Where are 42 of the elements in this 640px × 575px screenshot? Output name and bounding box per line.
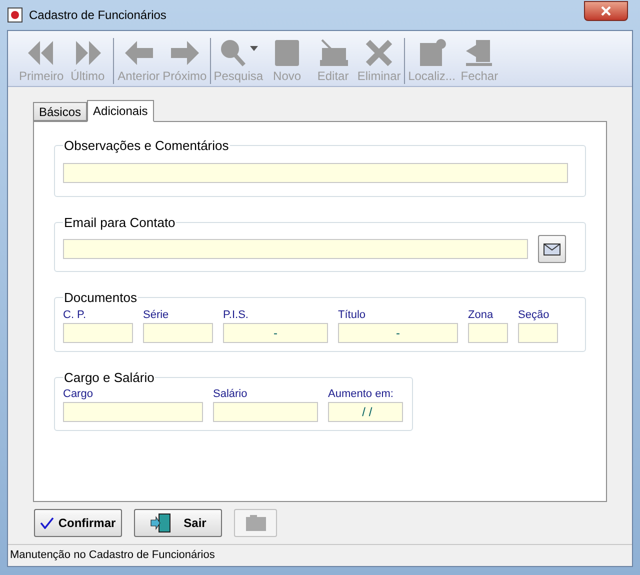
tab[interactable]: Básicos bbox=[33, 102, 88, 121]
field-label: Cargo bbox=[63, 387, 94, 402]
group-title: Observações e Comentários bbox=[63, 137, 230, 155]
x-icon bbox=[364, 38, 394, 68]
input-field[interactable] bbox=[213, 402, 318, 422]
input-field[interactable]: / / bbox=[328, 402, 403, 422]
arrow-right-icon bbox=[168, 38, 201, 68]
field-label: P.I.S. bbox=[223, 308, 250, 322]
email-button[interactable] bbox=[538, 235, 566, 263]
email-field[interactable] bbox=[63, 239, 528, 259]
field-label: Salário bbox=[213, 387, 248, 402]
input-field[interactable] bbox=[518, 322, 558, 342]
window-title: Cadastro de Funcionários bbox=[29, 7, 166, 24]
app-icon bbox=[7, 7, 23, 23]
observations-field[interactable] bbox=[63, 162, 568, 182]
input-field[interactable] bbox=[143, 322, 213, 342]
field-label: C. P. bbox=[63, 308, 88, 322]
field-label: Série bbox=[143, 308, 170, 322]
close-button[interactable] bbox=[584, 1, 628, 21]
status-text: Manutenção no Cadastro de Funcionários bbox=[10, 548, 215, 564]
door-icon bbox=[150, 513, 172, 533]
input-field[interactable] bbox=[63, 322, 133, 342]
field-label: Título bbox=[338, 308, 367, 322]
field-label: Aumento em: bbox=[328, 387, 394, 402]
envelope-icon bbox=[543, 241, 561, 257]
tab[interactable]: Adicionais bbox=[87, 100, 154, 122]
field-label: Seção bbox=[518, 308, 550, 322]
close-icon bbox=[601, 6, 611, 16]
field-label: Zona bbox=[468, 308, 494, 322]
group-title: Email para Contato bbox=[63, 214, 176, 232]
exit-icon bbox=[464, 38, 494, 68]
input-field[interactable]: - bbox=[338, 322, 458, 342]
group-title: Cargo e Salário bbox=[63, 368, 156, 387]
input-field[interactable]: - bbox=[223, 322, 328, 342]
input-field[interactable] bbox=[468, 322, 508, 342]
input-field[interactable] bbox=[63, 402, 203, 422]
action-button[interactable]: Confirmar bbox=[34, 509, 122, 537]
action-button[interactable]: Sair bbox=[134, 509, 222, 537]
camera-icon bbox=[244, 514, 266, 532]
group-title: Documentos bbox=[63, 289, 138, 307]
magnifier-icon bbox=[218, 38, 258, 68]
check-icon bbox=[40, 517, 54, 529]
